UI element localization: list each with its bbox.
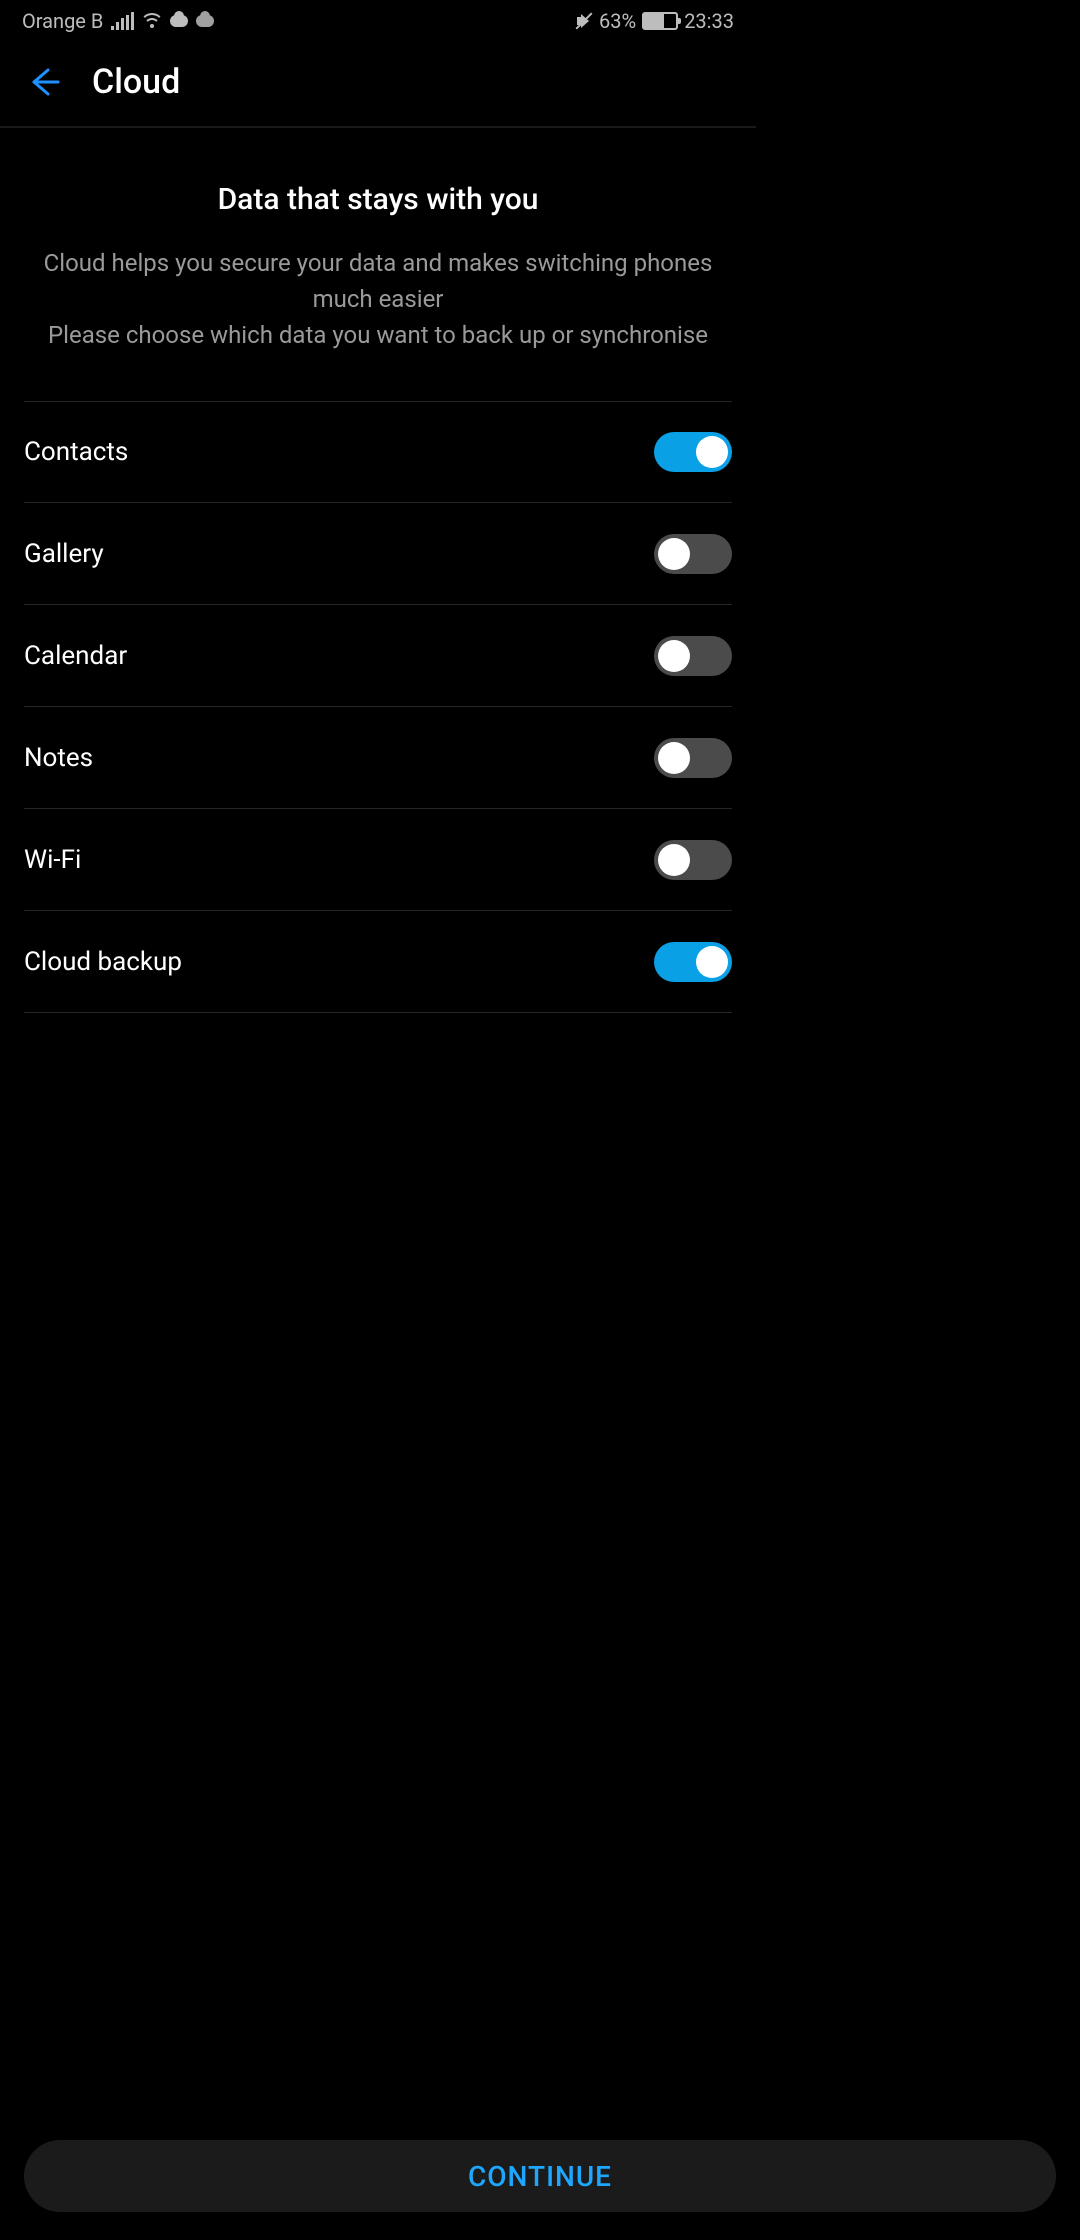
status-left: Orange B (22, 9, 214, 33)
list-item[interactable]: Cloud backup (24, 911, 732, 1013)
battery-percentage: 63% (599, 9, 636, 33)
list-item-label: Contacts (24, 437, 128, 467)
toggle-knob (696, 946, 728, 978)
arrow-left-icon (28, 66, 60, 98)
cloud-sync-icon (196, 15, 214, 27)
app-bar: Cloud (0, 42, 756, 128)
continue-button[interactable]: CONTINUE (24, 2140, 1056, 2212)
list-item[interactable]: Notes (24, 707, 732, 809)
toggle-switch[interactable] (654, 432, 732, 472)
battery-fill (644, 14, 664, 28)
footer: CONTINUE (0, 2140, 1080, 2212)
status-right: 63% 23:33 (575, 9, 734, 33)
list-item[interactable]: Calendar (24, 605, 732, 707)
intro-block: Data that stays with you Cloud helps you… (0, 128, 756, 401)
carrier-label: Orange B (22, 9, 103, 33)
cloud-icon (170, 15, 188, 27)
toggle-knob (696, 436, 728, 468)
status-bar: Orange B 63% 23:33 (0, 0, 756, 42)
list-item[interactable]: Gallery (24, 503, 732, 605)
toggle-knob (658, 844, 690, 876)
toggle-knob (658, 538, 690, 570)
toggle-switch[interactable] (654, 534, 732, 574)
list-item-label: Wi-Fi (24, 845, 81, 875)
list-item-label: Notes (24, 743, 93, 773)
page-title: Cloud (92, 62, 180, 102)
toggle-switch[interactable] (654, 636, 732, 676)
mute-icon (575, 12, 593, 30)
toggle-knob (658, 742, 690, 774)
list-item[interactable]: Wi-Fi (24, 809, 732, 911)
back-button[interactable] (28, 66, 60, 98)
wifi-icon (142, 13, 162, 29)
intro-headline: Data that stays with you (40, 182, 716, 217)
clock: 23:33 (684, 9, 734, 33)
toggle-switch[interactable] (654, 738, 732, 778)
list-item-label: Gallery (24, 539, 104, 569)
cell-signal-icon (111, 12, 134, 30)
list-item-label: Cloud backup (24, 947, 182, 977)
toggle-knob (658, 640, 690, 672)
intro-line-1: Cloud helps you secure your data and mak… (40, 245, 716, 317)
list-item[interactable]: Contacts (24, 401, 732, 503)
intro-line-2: Please choose which data you want to bac… (40, 317, 716, 353)
battery-icon (642, 12, 678, 30)
toggle-switch[interactable] (654, 840, 732, 880)
sync-options-list: Contacts Gallery Calendar Notes Wi-Fi Cloud b… (0, 401, 756, 1013)
toggle-switch[interactable] (654, 942, 732, 982)
list-item-label: Calendar (24, 641, 127, 671)
